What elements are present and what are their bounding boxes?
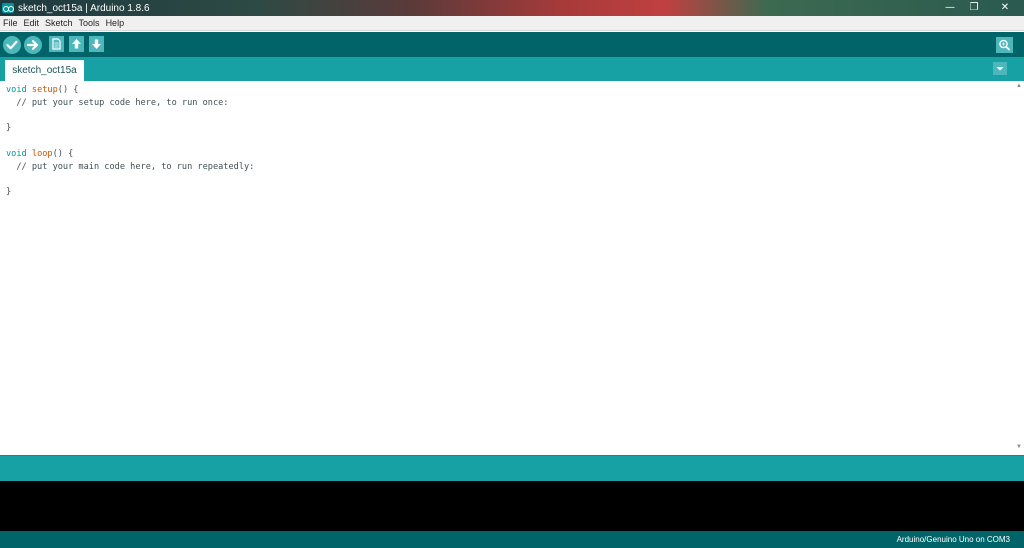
code-function-name: loop	[31, 148, 53, 159]
code-keyword: void	[6, 148, 27, 159]
code-editor[interactable]: void setup() { // put your setup code he…	[0, 81, 1024, 455]
tab-menu-button[interactable]	[993, 62, 1007, 75]
console-output[interactable]	[0, 481, 1024, 531]
window-title: sketch_oct15a | Arduino 1.8.6	[18, 2, 150, 14]
code-line: // put your main code here, to run repea…	[6, 161, 255, 172]
code-line: }	[6, 187, 12, 198]
menu-bar: File Edit Sketch Tools Help	[0, 16, 1024, 31]
code-function-name: setup	[31, 85, 58, 95]
verify-button[interactable]	[3, 36, 21, 54]
board-port-label: Arduino/Genuino Uno on COM3	[896, 535, 1010, 544]
code-line: // put your setup code here, to run once…	[6, 97, 229, 108]
scroll-up-arrow-icon[interactable]: ▲	[1015, 82, 1023, 90]
code-line: }	[6, 123, 12, 134]
code-keyword: void	[6, 85, 27, 95]
menu-tools[interactable]: Tools	[76, 16, 103, 30]
open-button[interactable]	[69, 36, 84, 52]
new-button[interactable]	[49, 36, 64, 52]
close-button[interactable]: ✕	[986, 0, 1024, 16]
code-line: void loop() {	[6, 148, 74, 159]
verify-icon	[6, 40, 18, 50]
code-text[interactable]: void setup() { // put your setup code he…	[6, 84, 254, 199]
scroll-down-arrow-icon[interactable]: ▼	[1015, 443, 1023, 451]
tab-bar: sketch_oct15a	[0, 57, 1024, 81]
chevron-down-icon	[996, 67, 1004, 71]
open-icon	[72, 39, 81, 49]
upload-button[interactable]	[24, 36, 42, 54]
status-bar	[0, 455, 1024, 481]
tab-sketch[interactable]: sketch_oct15a	[5, 60, 84, 81]
serial-monitor-icon	[999, 39, 1010, 51]
upload-icon	[26, 40, 39, 50]
minimize-button[interactable]: —	[938, 0, 962, 16]
restore-button[interactable]: ❐	[962, 0, 986, 16]
menu-edit[interactable]: Edit	[21, 16, 43, 30]
footer-bar: Arduino/Genuino Uno on COM3	[0, 531, 1024, 548]
new-icon	[52, 38, 61, 50]
menu-sketch[interactable]: Sketch	[42, 16, 76, 30]
save-icon	[92, 39, 101, 49]
menu-help[interactable]: Help	[103, 16, 128, 30]
arduino-logo-icon	[2, 3, 14, 13]
save-button[interactable]	[89, 36, 104, 52]
menu-file[interactable]: File	[0, 16, 21, 30]
toolbar	[0, 32, 1024, 57]
title-bar: sketch_oct15a | Arduino 1.8.6 — ❐ ✕	[0, 0, 1024, 16]
window-controls: — ❐ ✕	[938, 0, 1024, 16]
serial-monitor-button[interactable]	[996, 37, 1013, 53]
code-line: void setup() {	[6, 85, 79, 95]
